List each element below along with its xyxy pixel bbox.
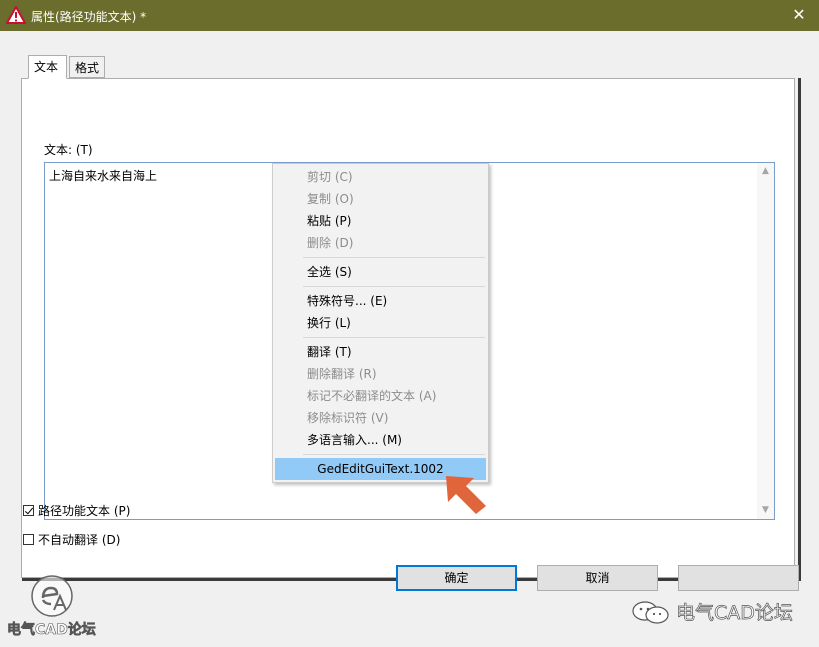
checkbox-path-text[interactable]: [23, 505, 34, 516]
menu-item-translate[interactable]: 翻译 (T): [275, 341, 486, 363]
menu-item-line-break[interactable]: 换行 (L): [275, 312, 486, 334]
tab-format[interactable]: 格式: [69, 56, 105, 78]
close-button[interactable]: ✕: [787, 4, 811, 26]
menu-item-special-symbol[interactable]: 特殊符号... (E): [275, 290, 486, 312]
checkbox-no-auto-translate-label: 不自动翻译 (D): [38, 533, 121, 547]
scroll-up-icon[interactable]: ▲: [757, 163, 774, 180]
menu-item-copy[interactable]: 复制 (O): [275, 188, 486, 210]
menu-item-remove-identifier[interactable]: 移除标识符 (V): [275, 407, 486, 429]
cancel-button[interactable]: 取消: [537, 565, 658, 591]
vertical-scrollbar[interactable]: ▲ ▼: [757, 163, 774, 519]
menu-separator: [303, 286, 485, 287]
text-input-value: 上海自来水来自海上: [49, 169, 158, 183]
watermark-right-text: 电气CAD论坛: [676, 602, 794, 625]
menu-item-delete-translation[interactable]: 删除翻译 (R): [275, 363, 486, 385]
scroll-down-icon[interactable]: ▼: [757, 502, 774, 519]
menu-item-paste[interactable]: 粘贴 (P): [275, 210, 486, 232]
warning-triangle-icon: [6, 6, 26, 24]
checkbox-no-auto-translate-row[interactable]: 不自动翻译 (D): [23, 531, 120, 548]
title-bar: 属性(路径功能文本) * ✕: [0, 0, 819, 31]
menu-item-cut[interactable]: 剪切 (C): [275, 166, 486, 188]
third-button[interactable]: [678, 565, 799, 591]
pointer-arrow-icon: [446, 476, 486, 514]
checkbox-path-text-row[interactable]: 路径功能文本 (P): [23, 502, 130, 519]
text-field-label: 文本: (T): [44, 143, 93, 157]
ok-button[interactable]: 确定: [396, 565, 517, 591]
menu-item-select-all[interactable]: 全选 (S): [275, 261, 486, 283]
menu-item-mark-no-translate[interactable]: 标记不必翻译的文本 (A): [275, 385, 486, 407]
checkbox-path-text-label: 路径功能文本 (P): [38, 504, 131, 518]
menu-separator: [303, 454, 485, 455]
watermark-logo-icon: [31, 575, 73, 617]
menu-separator: [303, 337, 485, 338]
tab-text[interactable]: 文本: [28, 55, 67, 79]
watermark-left-text: 电气CAD论坛: [7, 622, 96, 639]
wechat-icon: [632, 601, 669, 624]
context-menu: 剪切 (C) 复制 (O) 粘贴 (P) 删除 (D) 全选 (S) 特殊符号.…: [272, 163, 489, 483]
menu-item-delete[interactable]: 删除 (D): [275, 232, 486, 254]
window-title: 属性(路径功能文本) *: [31, 10, 147, 24]
checkbox-no-auto-translate[interactable]: [23, 534, 34, 545]
menu-item-multilingual-input[interactable]: 多语言输入... (M): [275, 429, 486, 451]
menu-separator: [303, 257, 485, 258]
